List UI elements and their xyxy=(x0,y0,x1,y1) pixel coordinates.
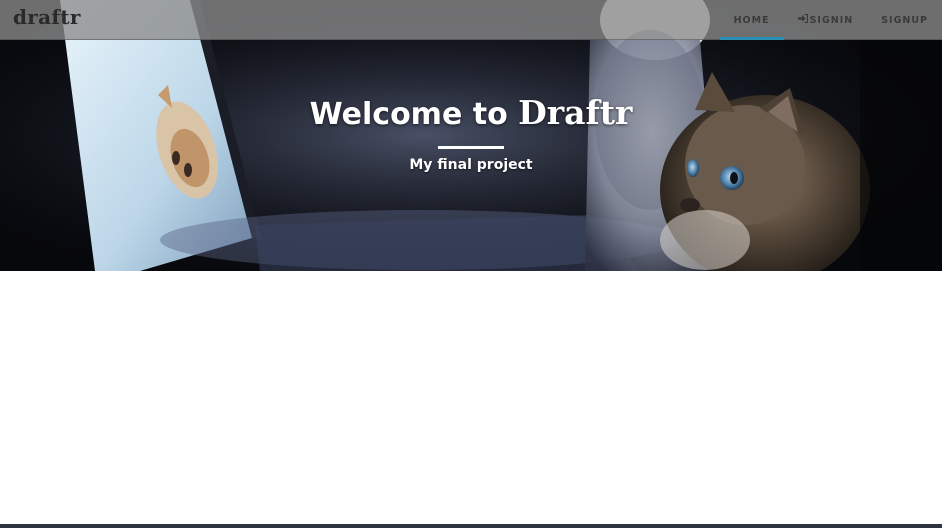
hero-title-brand: Draftr xyxy=(518,93,633,132)
top-navbar: draftr HOME SIGNIN SIGNUP xyxy=(0,0,942,40)
bottom-edge-strip xyxy=(0,524,942,528)
hero-subtitle: My final project xyxy=(409,157,533,173)
hero-title: Welcome to Draftr xyxy=(0,90,942,138)
brand-logo[interactable]: draftr xyxy=(13,5,81,29)
hero-title-prefix: Welcome to xyxy=(309,97,508,132)
hero-banner: draftr HOME SIGNIN SIGNUP Welcome to Dra… xyxy=(0,0,942,271)
hero-divider xyxy=(438,146,504,149)
hero-text-block: Welcome to Draftr My final project xyxy=(0,90,942,174)
main-content xyxy=(0,271,942,523)
nav-links: HOME SIGNIN SIGNUP xyxy=(719,0,942,40)
nav-home-link[interactable]: HOME xyxy=(719,0,784,40)
page: draftr HOME SIGNIN SIGNUP Welcome to Dra… xyxy=(0,0,942,528)
nav-signin-link[interactable]: SIGNIN xyxy=(784,0,868,40)
sign-in-icon xyxy=(797,13,808,26)
nav-signup-link[interactable]: SIGNUP xyxy=(867,0,942,40)
nav-signin-label: SIGNIN xyxy=(809,14,854,26)
nav-home-label: HOME xyxy=(733,14,770,26)
nav-signup-label: SIGNUP xyxy=(881,14,928,26)
